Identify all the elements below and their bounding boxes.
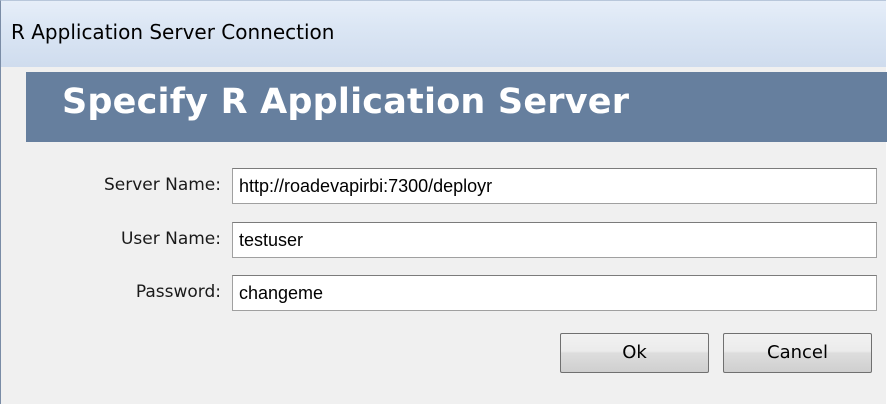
cancel-button[interactable]: Cancel (723, 333, 872, 373)
server-name-label: Server Name: (103, 175, 221, 195)
password-label: Password: (135, 282, 221, 302)
dialog-window: R Application Server Connection Specify … (0, 0, 887, 404)
password-input[interactable] (232, 275, 877, 311)
header-banner: Specify R Application Server (26, 72, 887, 142)
title-bar[interactable]: R Application Server Connection (1, 1, 886, 67)
header-title: Specify R Application Server (62, 82, 630, 122)
user-name-label: User Name: (120, 229, 221, 249)
ok-button[interactable]: Ok (560, 333, 709, 373)
window-title: R Application Server Connection (11, 20, 335, 44)
user-name-input[interactable] (232, 222, 877, 258)
server-name-input[interactable] (232, 168, 877, 204)
